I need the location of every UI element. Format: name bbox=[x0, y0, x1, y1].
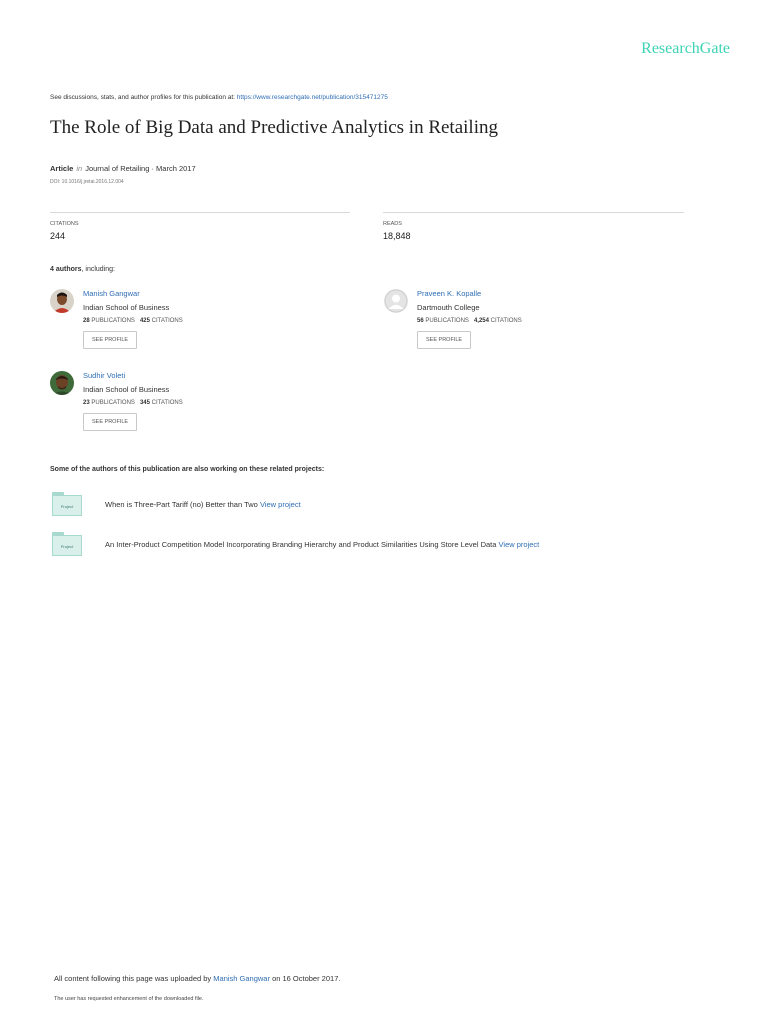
discussion-line: See discussions, stats, and author profi… bbox=[50, 94, 388, 101]
upload-suffix: on 16 October 2017. bbox=[269, 974, 341, 983]
author-stats: 28 PUBLICATIONS 425 CITATIONS bbox=[83, 318, 183, 324]
publication-title: The Role of Big Data and Predictive Anal… bbox=[50, 117, 498, 138]
publications-count: 28 bbox=[83, 318, 90, 324]
author-avatar[interactable] bbox=[50, 371, 74, 395]
uploader-link[interactable]: Manish Gangwar bbox=[213, 974, 270, 983]
citations-stat: CITATIONS 244 bbox=[50, 212, 350, 241]
projects-heading: Some of the authors of this publication … bbox=[50, 466, 325, 473]
author-name-link[interactable]: Sudhir Voleti bbox=[83, 371, 183, 380]
journal-info: Journal of Retailing · March 2017 bbox=[85, 164, 196, 173]
publication-meta: Article in Journal of Retailing · March 20… bbox=[50, 164, 196, 173]
project-title: An Inter-Product Competition Model Incor… bbox=[105, 540, 497, 549]
reads-stat: READS 18,848 bbox=[383, 212, 684, 241]
citations-value: 244 bbox=[50, 231, 66, 241]
folder-label: Project bbox=[52, 495, 82, 516]
doi: DOI: 10.1016/j.jretai.2016.12.004 bbox=[50, 179, 124, 185]
author-institution: Dartmouth College bbox=[417, 303, 480, 312]
author-name-link[interactable]: Manish Gangwar bbox=[83, 289, 183, 298]
reads-label: READS bbox=[383, 221, 402, 227]
authors-count: 4 authors bbox=[50, 266, 82, 273]
see-profile-button[interactable]: SEE PROFILE bbox=[83, 331, 138, 349]
publications-count: 23 bbox=[83, 400, 90, 406]
citations-label: CITATIONS bbox=[490, 318, 522, 324]
publication-url-link[interactable]: https://www.researchgate.net/publication… bbox=[237, 94, 388, 101]
researchgate-logo[interactable]: ResearchGate bbox=[641, 40, 730, 58]
author-institution: Indian School of Business bbox=[83, 385, 170, 394]
view-project-link[interactable]: View project bbox=[499, 540, 540, 549]
author-institution: Indian School of Business bbox=[83, 303, 170, 312]
upload-prefix: All content following this page was uplo… bbox=[54, 974, 214, 983]
in-word: in bbox=[76, 164, 83, 173]
authors-suffix: , including: bbox=[81, 266, 115, 273]
project-title: When is Three-Part Tariff (no) Better th… bbox=[105, 500, 258, 509]
folder-label: Project bbox=[52, 535, 82, 556]
project-text: An Inter-Product Competition Model Incor… bbox=[105, 540, 539, 549]
project-folder-icon: Project bbox=[52, 492, 82, 516]
enhancement-note: The user has requested enhancement of th… bbox=[54, 996, 204, 1002]
upload-note: All content following this page was uplo… bbox=[54, 974, 340, 983]
citations-label: CITATIONS bbox=[151, 400, 183, 406]
reads-value: 18,848 bbox=[383, 231, 411, 241]
project-item: Project An Inter-Product Competition Mod… bbox=[50, 532, 750, 560]
authors-heading: 4 authors, including: bbox=[50, 266, 115, 273]
project-folder-icon: Project bbox=[52, 532, 82, 556]
author-avatar[interactable] bbox=[50, 289, 74, 313]
publications-label: PUBLICATIONS bbox=[91, 318, 135, 324]
view-project-link[interactable]: View project bbox=[260, 500, 301, 509]
publication-type: Article bbox=[50, 164, 74, 173]
discussion-text: See discussions, stats, and author profi… bbox=[50, 94, 237, 101]
author-avatar-placeholder-icon[interactable] bbox=[384, 289, 408, 313]
see-profile-button[interactable]: SEE PROFILE bbox=[417, 331, 472, 349]
citations-count: 4,254 bbox=[473, 318, 489, 324]
publications-label: PUBLICATIONS bbox=[91, 400, 135, 406]
author-stats: 56 PUBLICATIONS 4,254 CITATIONS bbox=[417, 318, 522, 324]
publications-count: 56 bbox=[417, 318, 424, 324]
publications-label: PUBLICATIONS bbox=[425, 318, 469, 324]
see-profile-button[interactable]: SEE PROFILE bbox=[83, 413, 138, 431]
citations-count: 345 bbox=[139, 400, 150, 406]
citations-count: 425 bbox=[139, 318, 150, 324]
citations-label: CITATIONS bbox=[151, 318, 183, 324]
project-item: Project When is Three-Part Tariff (no) B… bbox=[50, 492, 750, 520]
author-name-link[interactable]: Praveen K. Kopalle bbox=[417, 289, 522, 298]
citations-label: CITATIONS bbox=[50, 221, 79, 227]
author-stats: 23 PUBLICATIONS 345 CITATIONS bbox=[83, 400, 183, 406]
project-text: When is Three-Part Tariff (no) Better th… bbox=[105, 500, 301, 509]
